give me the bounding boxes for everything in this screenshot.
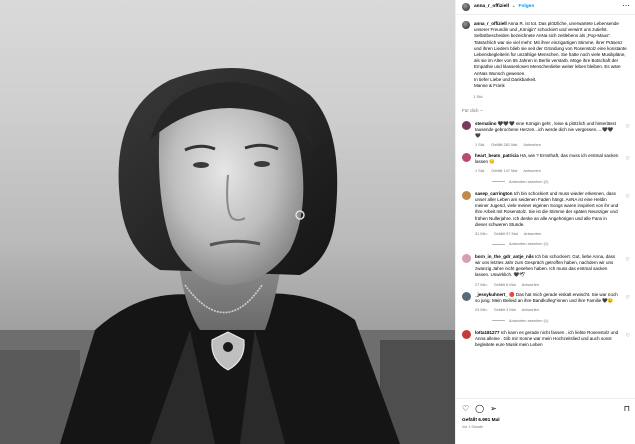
- comment-icon[interactable]: ◯: [475, 404, 484, 415]
- comment-username[interactable]: lotta181277: [475, 330, 500, 335]
- replies-divider: [492, 243, 505, 245]
- comment-heart-icon[interactable]: ♡: [626, 156, 630, 163]
- comment: lotta181277 Ich kann es gerade nicht fas…: [462, 330, 630, 349]
- view-replies-label: Antworten ansehen (1): [509, 241, 549, 247]
- post-time: Vor 1 Stunde: [462, 425, 483, 430]
- caption-text: Anna R. ist tot. Das plötzliche, unerwar…: [474, 21, 627, 76]
- comment-time: 1 Std.: [475, 168, 486, 174]
- commenter-avatar[interactable]: [462, 253, 471, 263]
- comment-username[interactable]: born_in_the_gdr_antje_nils: [475, 254, 534, 259]
- caption-avatar[interactable]: [462, 21, 470, 29]
- comment-list: sternalino 🖤🖤🖤 eine Königin geht , leise…: [462, 120, 630, 349]
- comment-heart-icon[interactable]: ♡: [626, 194, 630, 201]
- view-replies-button[interactable]: Antworten ansehen (2): [492, 179, 630, 184]
- comment-text: 🖤🖤🖤 eine Königin geht , leise & plötzlic…: [475, 120, 616, 139]
- comment-heart-icon[interactable]: ♡: [626, 295, 630, 302]
- comment-time: 31 Min.: [475, 231, 488, 237]
- comment-like-count[interactable]: Gefällt 281 Mal: [491, 142, 517, 147]
- view-replies-label: Antworten ansehen (2): [509, 178, 549, 184]
- comment-text: Ich bin schockiert und muss wieder erken…: [475, 190, 619, 227]
- for-you-label[interactable]: Für dich ~: [462, 108, 630, 114]
- post-sidebar: anna_r_offiziell • Folgen ⋯ anna_r_offiz…: [455, 0, 635, 444]
- comment-username[interactable]: _jessykuhnert_: [475, 292, 508, 297]
- comment-like-count[interactable]: Gefällt 147 Mal: [491, 168, 517, 173]
- comment-username[interactable]: sasep_carrington: [475, 191, 513, 196]
- follow-button[interactable]: Folgen: [519, 4, 535, 10]
- comment-username[interactable]: heart_beats_patricia: [475, 153, 519, 158]
- reply-button[interactable]: Antworten: [522, 307, 540, 312]
- comment: born_in_the_gdr_antje_nils Ich bin schoc…: [462, 253, 630, 287]
- heart-icon[interactable]: ♡: [462, 404, 469, 415]
- replies-divider: [492, 180, 505, 182]
- portrait-image: [0, 68, 455, 444]
- reply-button[interactable]: Antworten: [522, 282, 540, 287]
- view-replies-button[interactable]: Antworten ansehen (1): [492, 241, 630, 246]
- comment-username[interactable]: sternalino: [475, 121, 497, 126]
- comments-scroll-area[interactable]: anna_r_offiziell Anna R. ist tot. Das pl…: [456, 15, 635, 398]
- comment-heart-icon[interactable]: ♡: [626, 333, 630, 340]
- like-count[interactable]: Gefällt 6.991 Mal: [462, 418, 630, 424]
- caption-signature: Manne & Frank: [474, 83, 505, 89]
- comment-time: 27 Min.: [475, 281, 488, 287]
- share-icon[interactable]: ➢: [490, 404, 497, 415]
- replies-divider: [492, 319, 505, 321]
- bookmark-icon[interactable]: ⊓: [624, 404, 630, 415]
- reply-button[interactable]: Antworten: [523, 168, 541, 173]
- post-header: anna_r_offiziell • Folgen ⋯: [456, 0, 635, 15]
- reply-button[interactable]: Antworten: [524, 231, 542, 236]
- caption: anna_r_offiziell Anna R. ist tot. Das pl…: [462, 21, 630, 89]
- view-replies-label: Antworten ansehen (1): [509, 317, 549, 323]
- post-actions: ♡ ◯ ➢ ⊓ Gefällt 6.991 Mal Vor 1 Stunde: [456, 398, 635, 444]
- comment-heart-icon[interactable]: ♡: [626, 257, 630, 264]
- post-photo[interactable]: [0, 0, 455, 444]
- caption-time: 1 Std.: [473, 94, 484, 100]
- header-separator: •: [512, 3, 515, 9]
- caption-closing: In tiefer Liebe und Dankbarkeit.: [474, 76, 537, 82]
- commenter-avatar[interactable]: [462, 152, 471, 162]
- reply-button[interactable]: Antworten: [523, 142, 541, 147]
- comment-like-count[interactable]: Gefällt 57 Mal: [494, 231, 518, 236]
- comment-time: 1 Std.: [475, 142, 486, 148]
- comment-like-count[interactable]: Gefällt 3 Mal: [494, 307, 516, 312]
- commenter-avatar[interactable]: [462, 190, 471, 200]
- commenter-avatar[interactable]: [462, 291, 471, 301]
- view-replies-button[interactable]: Antworten ansehen (1): [492, 318, 630, 323]
- comment: sasep_carrington Ich bin schockiert und …: [462, 190, 630, 237]
- comment-time: 24 Min.: [475, 307, 488, 313]
- comment: heart_beats_patricia Hä, wie ? Ernsthaft…: [462, 152, 630, 174]
- comment: sternalino 🖤🖤🖤 eine Königin geht , leise…: [462, 120, 630, 148]
- comment-like-count[interactable]: Gefällt 6 Mal: [494, 282, 516, 287]
- caption-username[interactable]: anna_r_offiziell: [474, 21, 507, 26]
- more-horizontal-icon[interactable]: ⋯: [623, 2, 631, 11]
- commenter-avatar[interactable]: [462, 330, 471, 340]
- author-username[interactable]: anna_r_offiziell: [474, 4, 509, 10]
- comment: _jessykuhnert_ 🔴 Das hat mich gerade eis…: [462, 291, 630, 313]
- author-avatar[interactable]: [462, 3, 470, 11]
- commenter-avatar[interactable]: [462, 120, 471, 130]
- comment-heart-icon[interactable]: ♡: [626, 124, 630, 131]
